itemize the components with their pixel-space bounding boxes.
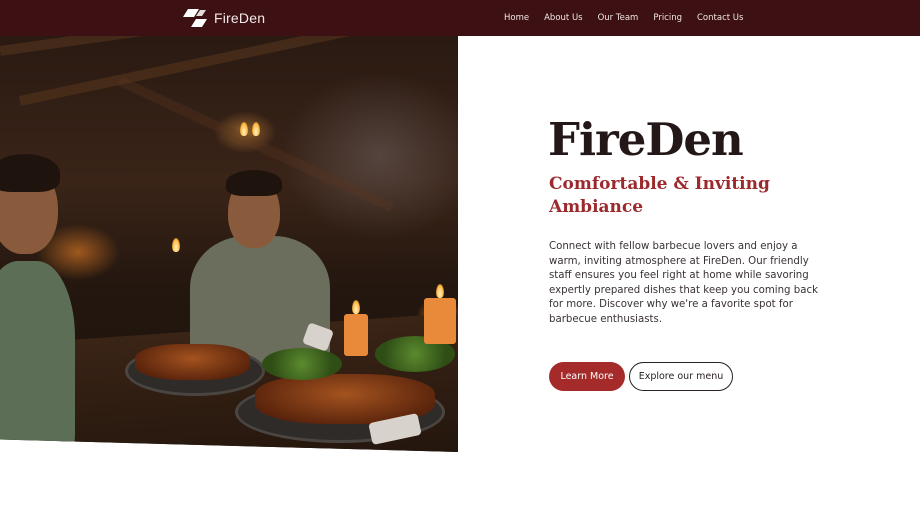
top-navbar: FireDen Home About Us Our Team Pricing C… <box>0 0 920 36</box>
hero-description: Connect with fellow barbecue lovers and … <box>549 241 818 325</box>
main-nav: Home About Us Our Team Pricing Contact U… <box>504 0 743 36</box>
nav-home[interactable]: Home <box>504 13 529 23</box>
nav-contact-us[interactable]: Contact Us <box>697 13 743 23</box>
logo-icon <box>183 9 207 27</box>
hero-image <box>0 36 458 452</box>
nav-our-team[interactable]: Our Team <box>598 13 639 23</box>
explore-menu-button[interactable]: Explore our menu <box>629 362 733 391</box>
nav-about-us[interactable]: About Us <box>544 13 582 23</box>
learn-more-button[interactable]: Learn More <box>549 362 625 391</box>
brand-logo[interactable]: FireDen <box>183 8 265 28</box>
hero-subtitle: Comfortable & Inviting Ambiance <box>549 174 770 217</box>
brand-name: FireDen <box>214 10 266 26</box>
hero-title: FireDen <box>548 113 744 166</box>
nav-pricing[interactable]: Pricing <box>653 13 682 23</box>
